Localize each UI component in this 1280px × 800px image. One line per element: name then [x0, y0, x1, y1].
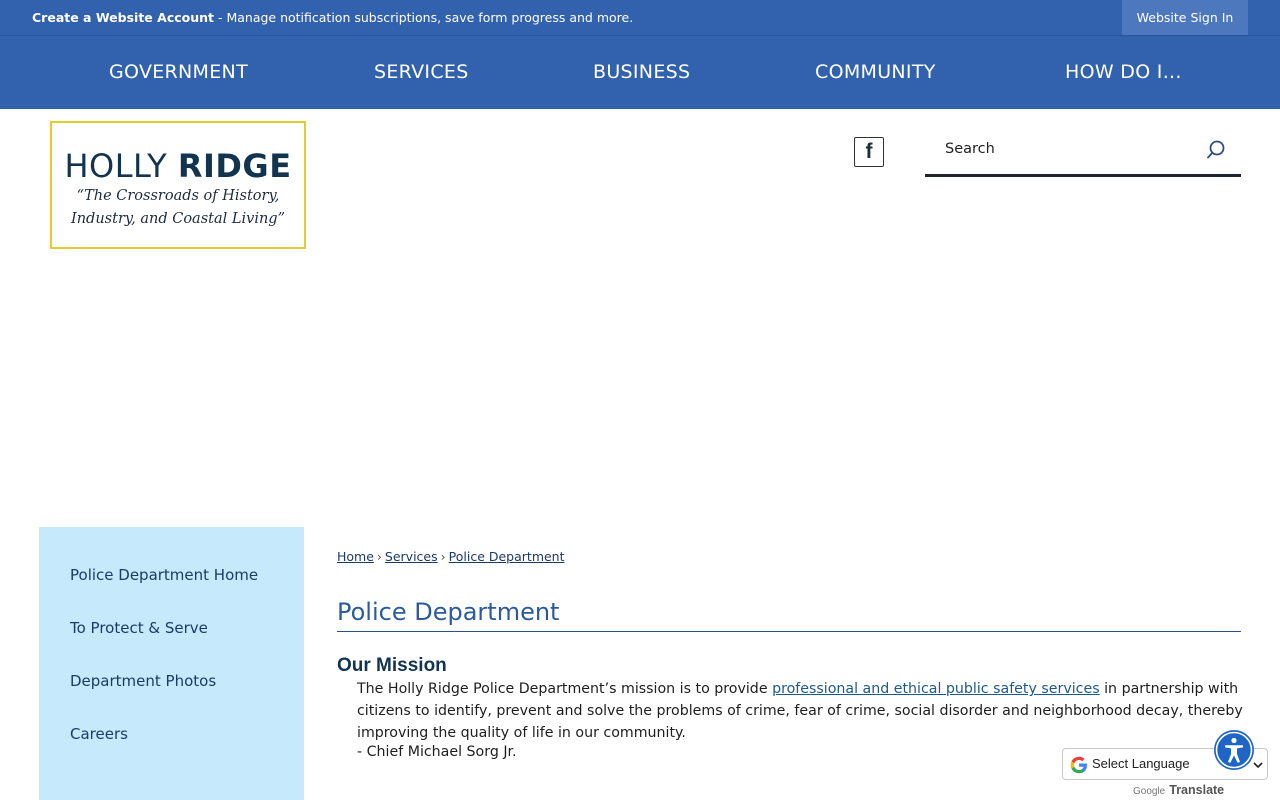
website-sign-in-button[interactable]: Website Sign In — [1122, 0, 1248, 35]
powered-by-google-translate[interactable]: Google Translate — [1133, 783, 1224, 797]
public-safety-services-link[interactable]: professional and ethical public safety s… — [772, 681, 1100, 697]
mission-statement: The Holly Ridge Police Department’s miss… — [357, 678, 1247, 744]
translate-word: Translate — [1169, 783, 1225, 797]
accessibility-icon[interactable] — [1213, 729, 1255, 771]
logo-name-light: HOLLY — [64, 147, 178, 185]
logo-tagline-line2: Industry, and Coastal Living” — [70, 211, 285, 227]
mission-text-start: The Holly Ridge Police Department’s miss… — [357, 681, 773, 697]
search-input[interactable] — [925, 127, 1195, 171]
breadcrumb-home[interactable]: Home — [337, 549, 374, 564]
sidebar-item-department-photos[interactable]: Department Photos — [70, 672, 216, 690]
mission-signature: - Chief Michael Sorg Jr. — [357, 744, 517, 760]
nav-item-business[interactable]: BUSINESS — [593, 36, 690, 108]
nav-item-government[interactable]: GOVERNMENT — [109, 36, 248, 108]
main-navigation: GOVERNMENT SERVICES BUSINESS COMMUNITY H… — [0, 35, 1280, 109]
breadcrumb-police-department[interactable]: Police Department — [449, 549, 565, 564]
breadcrumb-separator: › — [376, 549, 382, 564]
nav-item-community[interactable]: COMMUNITY — [815, 36, 936, 108]
google-g-icon — [1070, 756, 1087, 774]
section-heading: Our Mission — [337, 655, 447, 676]
search-icon[interactable] — [1205, 137, 1231, 163]
breadcrumb: Home › Services › Police Department — [337, 549, 565, 564]
logo-tagline: “The Crossroads of History, Industry, an… — [52, 185, 304, 231]
facebook-icon[interactable]: f — [854, 137, 884, 167]
nav-item-services[interactable]: SERVICES — [374, 36, 469, 108]
top-utility-bar: Create a Website Account - Manage notifi… — [0, 0, 1280, 35]
site-search — [925, 127, 1241, 177]
nav-item-how-do-i[interactable]: HOW DO I... — [1065, 36, 1182, 108]
breadcrumb-separator: › — [440, 549, 446, 564]
select-language-label: Select Language — [1092, 756, 1190, 771]
create-account-link[interactable]: Create a Website Account — [32, 10, 214, 25]
logo-name-bold: RIDGE — [177, 147, 292, 185]
logo-name: HOLLY RIDGE — [52, 147, 304, 185]
logo-tagline-line1: “The Crossroads of History, — [76, 188, 280, 204]
breadcrumb-services[interactable]: Services — [385, 549, 438, 564]
sidebar-item-careers[interactable]: Careers — [70, 725, 128, 743]
sidebar-item-police-department-home[interactable]: Police Department Home — [70, 566, 258, 584]
page-title: Police Department — [337, 598, 1241, 632]
create-account-description: - Manage notification subscriptions, sav… — [214, 10, 634, 25]
holly-ridge-logo[interactable]: HOLLY RIDGE “The Crossroads of History, … — [50, 121, 306, 249]
sidebar-item-to-protect-and-serve[interactable]: To Protect & Serve — [70, 619, 208, 637]
google-brand: Google — [1133, 786, 1166, 797]
create-account-bar: Create a Website Account - Manage notifi… — [32, 10, 633, 25]
sidebar-navigation: Police Department Home To Protect & Serv… — [39, 527, 304, 800]
facebook-glyph: f — [865, 140, 873, 163]
